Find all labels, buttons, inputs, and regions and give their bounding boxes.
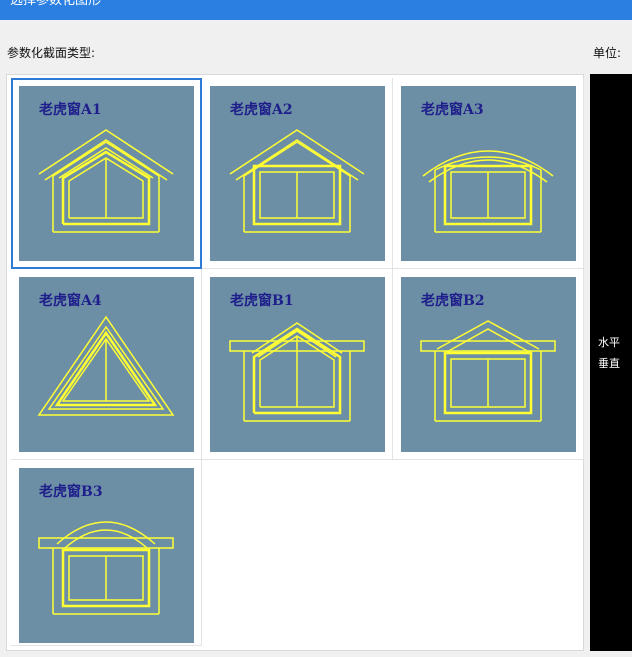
window-title: 选择参数化图形 xyxy=(10,0,102,8)
thumbnail-title: 老虎窗B3 xyxy=(39,484,103,500)
thumbnail: 老虎窗B2 xyxy=(401,277,576,452)
window-title-bar: 选择参数化图形 xyxy=(0,0,632,20)
thumbnail: 老虎窗A1 xyxy=(19,86,194,261)
thumbnail-title: 老虎窗B1 xyxy=(230,293,294,309)
shape-option-a2[interactable]: 老虎窗A2 xyxy=(202,78,393,269)
shape-option-b2[interactable]: 老虎窗B2 xyxy=(393,269,584,460)
shape-option-a4[interactable]: 老虎窗A4 xyxy=(11,269,202,460)
horizontal-label: 水平 xyxy=(598,336,620,349)
unit-label: 单位: xyxy=(593,46,622,60)
thumbnail: 老虎窗A2 xyxy=(210,86,385,261)
thumbnail-title: 老虎窗A3 xyxy=(421,102,484,118)
shape-grid: 老虎窗A1 老虎窗A2 老虎窗A3 老虎窗A4 老虎窗B1 老虎窗B2 老虎窗B… xyxy=(6,74,584,651)
section-label: 参数化截面类型: xyxy=(7,46,96,60)
thumbnail: 老虎窗A3 xyxy=(401,86,576,261)
thumbnail-title: 老虎窗A1 xyxy=(39,102,102,118)
shape-option-a1[interactable]: 老虎窗A1 xyxy=(11,78,202,269)
thumbnail: 老虎窗B3 xyxy=(19,468,194,643)
thumbnail: 老虎窗B1 xyxy=(210,277,385,452)
thumbnail: 老虎窗A4 xyxy=(19,277,194,452)
shape-option-b1[interactable]: 老虎窗B1 xyxy=(202,269,393,460)
vertical-label: 垂直 xyxy=(598,357,620,370)
thumbnail-title: 老虎窗B2 xyxy=(421,293,485,309)
shape-option-a3[interactable]: 老虎窗A3 xyxy=(393,78,584,269)
thumbnail-title: 老虎窗A2 xyxy=(230,102,293,118)
thumbnail-title: 老虎窗A4 xyxy=(39,293,102,309)
shape-option-b3[interactable]: 老虎窗B3 xyxy=(11,460,202,646)
